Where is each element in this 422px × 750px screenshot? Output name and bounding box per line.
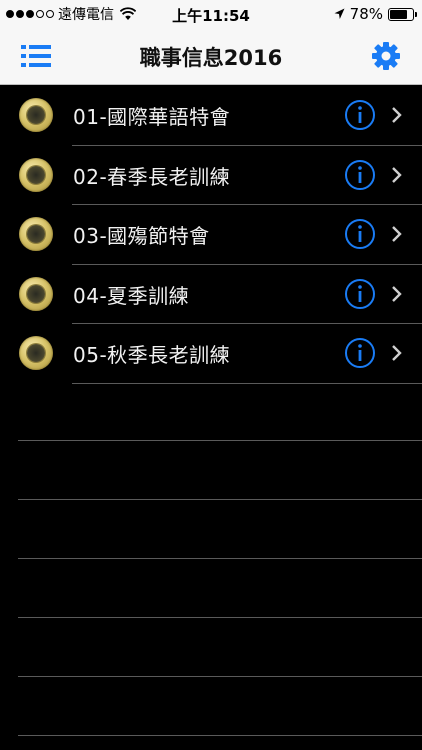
list-item[interactable]: 04-夏季訓練 — [0, 265, 422, 324]
empty-row-divider — [18, 617, 422, 618]
list-item[interactable]: 03-國殤節特會 — [0, 205, 422, 265]
list-item[interactable]: 02-春季長老訓練 — [0, 146, 422, 205]
chevron-right-icon — [392, 166, 402, 183]
page-title: 職事信息2016 — [139, 46, 283, 70]
settings-button[interactable] — [366, 38, 406, 74]
info-icon[interactable] — [344, 218, 376, 250]
chevron-right-icon — [392, 226, 402, 242]
list-item[interactable]: 05-秋季長老訓練 — [0, 324, 422, 384]
empty-row-divider — [18, 676, 422, 677]
row-divider — [72, 382, 422, 384]
item-label: 05-秋季長老訓練 — [73, 343, 231, 367]
status-right: 78% — [334, 5, 417, 23]
empty-row-divider — [18, 499, 422, 500]
item-label: 03-國殤節特會 — [73, 224, 210, 248]
location-arrow-icon — [334, 8, 345, 19]
info-icon[interactable] — [344, 337, 376, 369]
item-label: 04-夏季訓練 — [73, 283, 190, 308]
chevron-right-icon — [392, 285, 402, 302]
empty-row-divider — [18, 558, 422, 559]
gear-icon — [372, 42, 400, 70]
coin-icon — [19, 336, 53, 370]
item-label: 01-國際華語特會 — [73, 105, 231, 129]
item-label: 02-春季長老訓練 — [73, 164, 231, 189]
chevron-right-icon — [392, 345, 402, 361]
battery-icon — [388, 7, 417, 21]
status-bar: 遠傳電信 上午11:54 78% — [0, 0, 422, 28]
info-icon[interactable] — [344, 99, 376, 131]
navigation-bar: 職事信息2016 — [0, 28, 422, 85]
meeting-list: 01-國際華語特會 02-春季長老訓練 03-國殤節特會 04-夏季訓練 05-… — [0, 86, 422, 384]
battery-percent: 78% — [349, 5, 383, 23]
empty-row-divider — [18, 735, 422, 736]
coin-icon — [19, 98, 53, 132]
info-icon[interactable] — [344, 278, 376, 310]
coin-icon — [19, 157, 53, 192]
coin-icon — [19, 217, 53, 251]
chevron-right-icon — [392, 107, 402, 123]
empty-row-divider — [18, 440, 422, 441]
coin-icon — [19, 276, 53, 311]
list-item[interactable]: 01-國際華語特會 — [0, 86, 422, 146]
info-icon[interactable] — [344, 159, 376, 191]
